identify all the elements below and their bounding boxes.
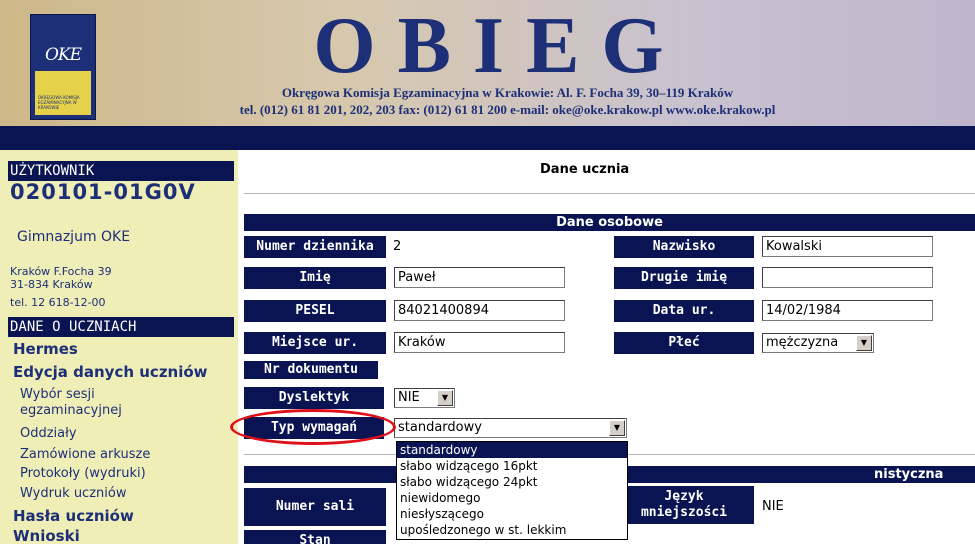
chevron-down-icon[interactable]: ▼ bbox=[609, 420, 625, 436]
main-title: Dane ucznia bbox=[540, 162, 630, 177]
value-numer-dziennika: 2 bbox=[393, 239, 402, 254]
sidebar-item-zamowione[interactable]: Zamówione arkusze bbox=[20, 447, 150, 463]
dropdown-option[interactable]: niesłyszącego bbox=[397, 506, 627, 522]
sidebar-item-wybor-sesji-line1: Wybór sesji bbox=[20, 387, 95, 402]
school-name: Gimnazjum OKE bbox=[17, 229, 131, 245]
sidebar-item-protokoly[interactable]: Protokoły (wydruki) bbox=[20, 466, 146, 482]
sidebar-item-wybor-sesji[interactable]: Wybór sesji egzaminacyjnej bbox=[20, 387, 122, 419]
school-address-line2: 31-834 Kraków bbox=[10, 278, 93, 291]
sidebar-item-edycja[interactable]: Edycja danych uczniów bbox=[13, 363, 208, 381]
label-typ-wymagan: Typ wymagań bbox=[244, 417, 384, 439]
label-jezyk-line1: Język bbox=[664, 489, 704, 504]
header-subtitle: Okręgowa Komisja Egzaminacyjna w Krakowi… bbox=[0, 84, 975, 118]
nazwisko-input[interactable]: Kowalski bbox=[762, 236, 933, 257]
user-id: 020101-01G0V bbox=[10, 180, 196, 204]
school-address-line1: Kraków F.Focha 39 bbox=[10, 265, 112, 278]
typ-wymagan-select-value: standardowy bbox=[398, 420, 482, 435]
data-ur-input[interactable]: 14/02/1984 bbox=[762, 300, 933, 321]
sidebar-item-hasla[interactable]: Hasła uczniów bbox=[13, 507, 134, 525]
miejsce-ur-input[interactable]: Kraków bbox=[394, 332, 565, 353]
header-strip bbox=[0, 126, 975, 150]
typ-wymagan-dropdown-list: standardowy słabo widzącego 16pkt słabo … bbox=[396, 441, 628, 540]
typ-wymagan-select[interactable]: standardowy ▼ bbox=[394, 418, 627, 438]
dropdown-option[interactable]: standardowy bbox=[397, 442, 627, 458]
dropdown-option[interactable]: niewidomego bbox=[397, 490, 627, 506]
imie-input[interactable]: Paweł bbox=[394, 267, 565, 288]
label-drugie-imie: Drugie imię bbox=[614, 267, 754, 289]
value-jezyk-mniejszosci: NIE bbox=[762, 499, 784, 514]
label-miejsce-ur: Miejsce ur. bbox=[244, 332, 386, 354]
pesel-input[interactable]: 84021400894 bbox=[394, 300, 565, 321]
dropdown-option[interactable]: słabo widzącego 24pkt bbox=[397, 474, 627, 490]
dyslektyk-select-value: NIE bbox=[398, 390, 420, 405]
label-numer-sali: Numer sali bbox=[244, 488, 386, 526]
school-phone: tel. 12 618-12-00 bbox=[10, 296, 106, 309]
divider bbox=[244, 193, 975, 194]
label-dyslektyk: Dyslektyk bbox=[244, 387, 384, 409]
dyslektyk-select[interactable]: NIE ▼ bbox=[394, 388, 455, 408]
label-stan: Stan bbox=[244, 530, 386, 544]
plec-select-value: mężczyzna bbox=[766, 335, 839, 350]
header-subtitle-line1: Okręgowa Komisja Egzaminacyjna w Krakowi… bbox=[281, 85, 734, 100]
label-data-ur: Data ur. bbox=[614, 300, 754, 322]
drugie-imie-input[interactable] bbox=[762, 267, 933, 288]
sidebar-item-wydruk[interactable]: Wydruk uczniów bbox=[20, 486, 126, 502]
sidebar-item-hermes[interactable]: Hermes bbox=[13, 340, 78, 358]
chevron-down-icon[interactable]: ▼ bbox=[856, 335, 872, 351]
header-subtitle-line2: tel. (012) 61 81 201, 202, 203 fax: (012… bbox=[239, 102, 776, 117]
sidebar-item-wnioski[interactable]: Wnioski bbox=[13, 527, 80, 544]
page-title: OBIEG bbox=[313, 2, 686, 90]
label-nr-dokumentu: Nr dokumentu bbox=[244, 361, 378, 379]
plec-select[interactable]: mężczyzna ▼ bbox=[762, 333, 874, 353]
sidebar-user-header: UŻYTKOWNIK bbox=[8, 161, 234, 181]
label-jezyk-line2: mniejszości bbox=[640, 505, 728, 520]
dropdown-option[interactable]: upośledzonego w st. lekkim bbox=[397, 522, 627, 538]
label-plec: Płeć bbox=[614, 332, 754, 354]
chevron-down-icon[interactable]: ▼ bbox=[437, 390, 453, 406]
label-pesel: PESEL bbox=[244, 300, 386, 322]
dropdown-option[interactable]: słabo widzącego 16pkt bbox=[397, 458, 627, 474]
label-jezyk-mniejszosci: Język mniejszości bbox=[614, 486, 754, 524]
sidebar-item-oddzialy[interactable]: Oddziały bbox=[20, 426, 77, 442]
sidebar-data-header: DANE O UCZNIACH bbox=[8, 317, 234, 337]
sidebar-item-wybor-sesji-line2: egzaminacyjnej bbox=[20, 403, 122, 418]
label-imie: Imię bbox=[244, 267, 386, 289]
section-personal-header: Dane osobowe bbox=[244, 214, 975, 231]
label-nazwisko: Nazwisko bbox=[614, 236, 754, 258]
header-banner: OKRĘGOWA KOMISJA EGZAMINACYJNA W KRAKOWI… bbox=[0, 0, 975, 126]
label-numer-dziennika: Numer dziennika bbox=[244, 236, 386, 258]
